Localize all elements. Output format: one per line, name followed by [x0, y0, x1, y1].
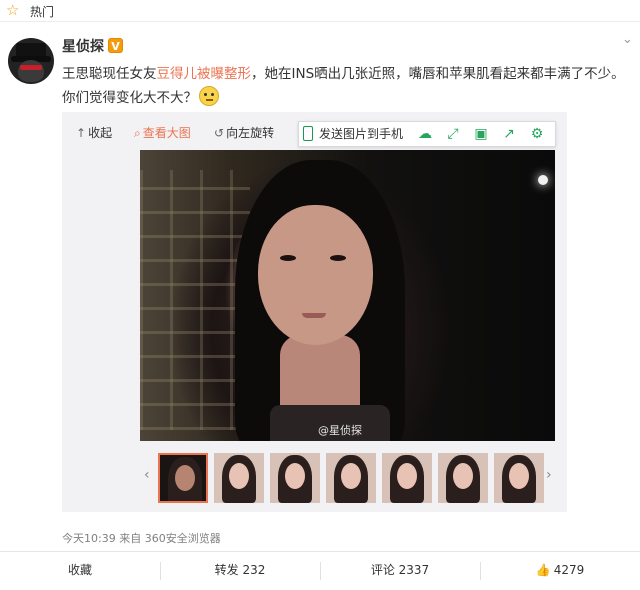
send-to-phone-label: 发送图片到手机: [319, 127, 404, 141]
source-prefix: 来自: [119, 532, 142, 545]
phone-icon: [303, 126, 313, 141]
thumbnail-7[interactable]: [494, 453, 544, 503]
timestamp[interactable]: 今天10:39: [62, 532, 116, 545]
comment-button[interactable]: 评论 2337: [320, 552, 480, 590]
view-large-button[interactable]: ⌕ 查看大图: [134, 124, 191, 141]
post-text-part2: ，她在INS晒出几张近照，嘴唇和苹果肌看起来都丰满了不少。: [251, 66, 625, 82]
photo-left-eye: [280, 255, 296, 261]
cloud-icon[interactable]: ☁: [417, 126, 433, 142]
rotate-left-icon: ↺: [214, 126, 225, 140]
send-to-phone-button[interactable]: 发送图片到手机: [303, 122, 403, 146]
photo-light: [538, 175, 548, 185]
weibo-watermark: @星侦探: [318, 424, 362, 437]
avatar-face: [18, 60, 44, 82]
magnifier-icon: ⌕: [134, 126, 141, 140]
thumbnail-4[interactable]: [326, 453, 376, 503]
avatar-glasses: [20, 65, 42, 70]
favorite-button[interactable]: 收藏: [0, 552, 160, 590]
chevron-right-icon[interactable]: ›: [546, 467, 552, 483]
thumbnail-6[interactable]: [438, 453, 488, 503]
arrow-up-icon: ↑: [76, 126, 87, 140]
verified-badge-icon: V: [108, 38, 123, 53]
thumbnail-5[interactable]: [382, 453, 432, 503]
action-bar: 收藏 转发 232 评论 2337 👍 4279: [0, 551, 640, 590]
rotate-left-button[interactable]: ↺ 向左旋转: [214, 124, 274, 141]
post-text: 王思聪现任女友豆得儿被曝整形，她在INS晒出几张近照，嘴唇和苹果肌看起来都丰满了…: [62, 62, 632, 110]
chevron-down-icon[interactable]: ⌄: [622, 32, 633, 47]
top-bar: ☆ 热门: [0, 0, 640, 22]
collapse-button[interactable]: ↑ 收起: [76, 124, 112, 141]
repost-button[interactable]: 转发 232: [160, 552, 320, 590]
thumbnail-2[interactable]: [214, 453, 264, 503]
gear-icon[interactable]: ⚙: [529, 126, 545, 142]
like-count: 4279: [553, 563, 585, 577]
thinking-emoji-icon: [199, 86, 219, 106]
share-icon[interactable]: ↗: [501, 126, 517, 142]
source-app[interactable]: 360安全浏览器: [145, 532, 221, 545]
media-viewer: ↑ 收起 ⌕ 查看大图 ↺ 向左旋转 发送图片到手机 ☁ ⤢ ▣ ↗ ⚙ @星侦探 ‹…: [62, 112, 567, 512]
collapse-label: 收起: [88, 126, 113, 140]
main-photo[interactable]: @星侦探: [140, 150, 555, 441]
post-text-line2: 你们觉得变化大不大？: [62, 90, 197, 106]
photo-mouth: [302, 313, 326, 318]
thumbs-up-icon: 👍: [535, 563, 551, 577]
like-button[interactable]: 👍 4279: [480, 552, 640, 590]
view-large-label: 查看大图: [142, 126, 191, 140]
post-meta: 今天10:39 来自 360安全浏览器: [62, 530, 221, 546]
section-label: 热门: [30, 5, 55, 19]
avatar[interactable]: [8, 38, 54, 84]
topic-link[interactable]: 豆得儿被曝整形: [157, 66, 252, 82]
save-icon[interactable]: ▣: [473, 126, 489, 142]
thumbnail-1[interactable]: [158, 453, 208, 503]
thumbnail-3[interactable]: [270, 453, 320, 503]
star-icon: ☆: [6, 1, 20, 19]
author-name[interactable]: 星侦探: [62, 36, 104, 56]
send-to-phone-bar: 发送图片到手机 ☁ ⤢ ▣ ↗ ⚙: [298, 121, 556, 147]
photo-face: [258, 205, 373, 345]
photo-background-slats: [140, 170, 250, 430]
photo-right-eye: [330, 255, 346, 261]
rotate-left-label: 向左旋转: [226, 126, 275, 140]
post-text-part1: 王思聪现任女友: [62, 66, 157, 82]
chevron-left-icon[interactable]: ‹: [144, 467, 150, 483]
fullscreen-icon[interactable]: ⤢: [445, 126, 461, 142]
thumbnail-strip: ‹ ›: [140, 449, 555, 507]
